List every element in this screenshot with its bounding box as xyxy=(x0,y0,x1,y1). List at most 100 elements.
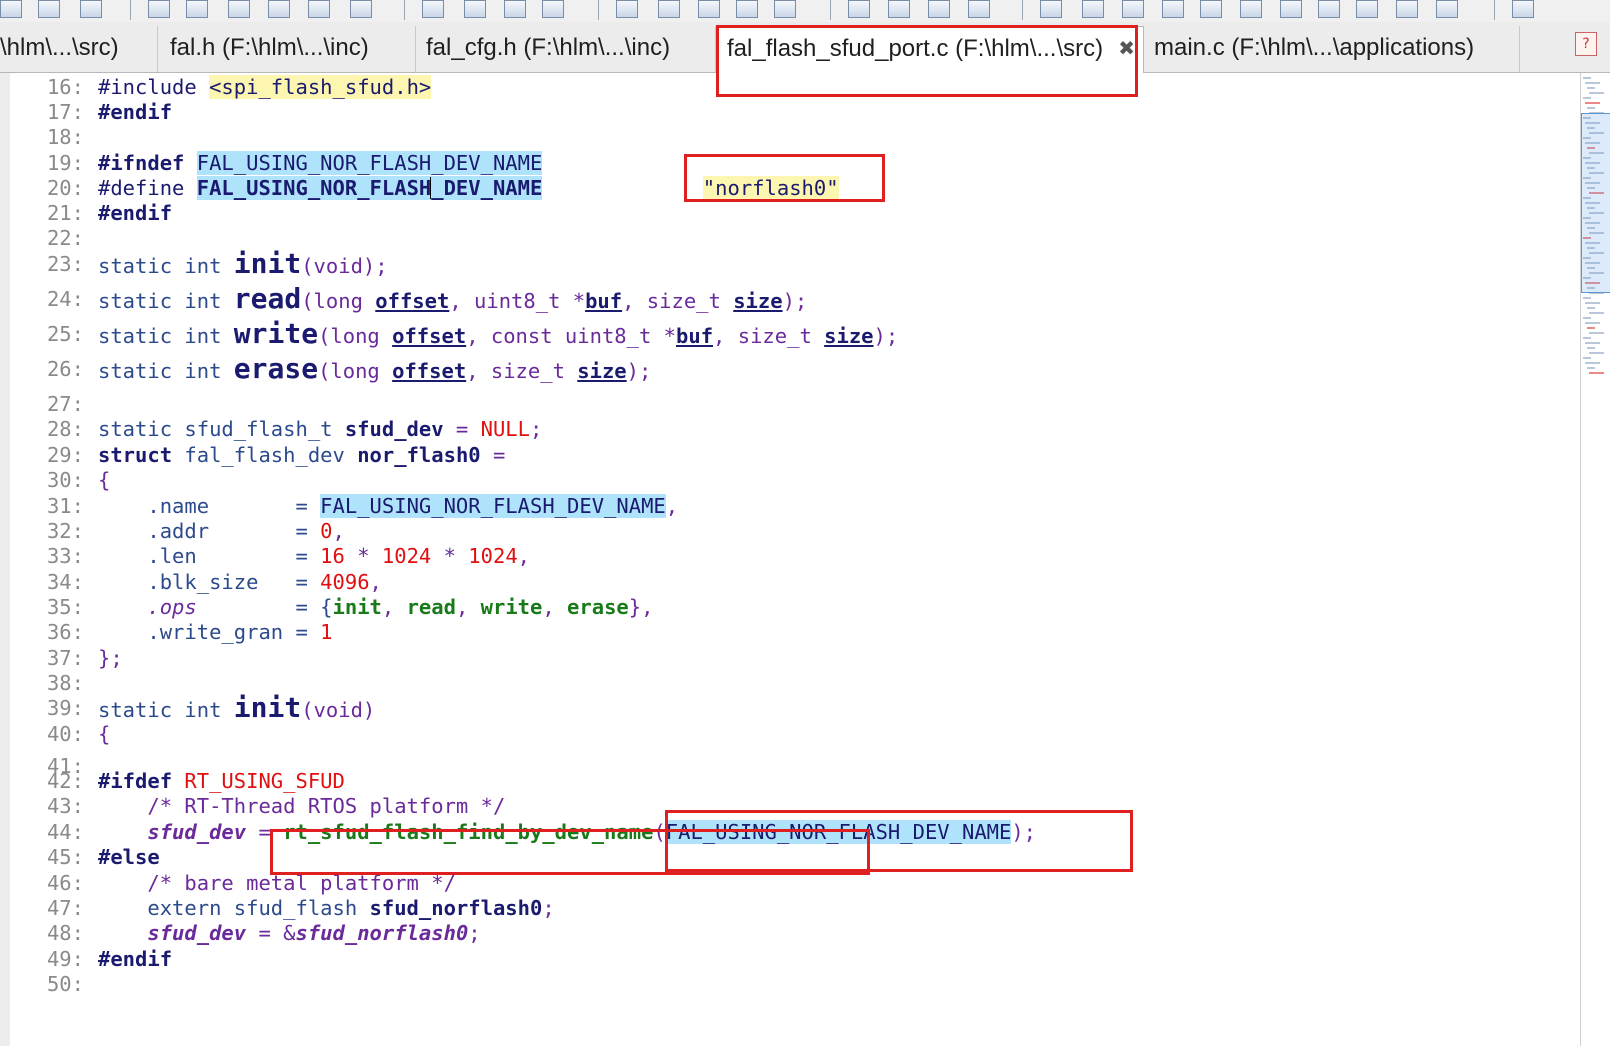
code-line[interactable]: 37:}; xyxy=(0,645,1580,671)
line-number: 48: xyxy=(46,921,84,945)
undo-icon[interactable] xyxy=(38,0,60,18)
lookup-icon[interactable] xyxy=(504,0,526,18)
minimap-line xyxy=(1587,327,1595,329)
code-line[interactable]: 36: .write_gran = 1 xyxy=(0,619,1580,645)
code-token: #endif xyxy=(98,100,173,124)
tab-main-c[interactable]: main.c (F:\hlm\...\applications) xyxy=(1144,26,1520,72)
code-line[interactable]: 50: xyxy=(0,971,1580,997)
code-line[interactable]: 40: { xyxy=(0,721,1580,747)
folder-icon[interactable] xyxy=(1200,0,1222,18)
line-number: 47: xyxy=(46,896,84,920)
code-line[interactable]: 28: static sfud_flash_t sfud_dev = NULL; xyxy=(0,416,1580,442)
code-line[interactable]: 42: #ifdef RT_USING_SFUD xyxy=(0,768,1580,794)
code-token: (long xyxy=(301,289,376,313)
code-line[interactable]: 39: static int init(void) xyxy=(0,694,1580,723)
code-token: write xyxy=(233,317,319,350)
code-line[interactable]: 31: .name = FAL_USING_NOR_FLASH_DEV_NAME… xyxy=(0,493,1580,519)
code-line[interactable]: 25: static int write(long offset, const u… xyxy=(0,320,1580,349)
code-editor[interactable]: 16: #include <spi_flash_sfud.h> 17: #endif 1… xyxy=(0,73,1580,1046)
code-line[interactable]: 49: #endif xyxy=(0,946,1580,972)
book-icon[interactable] xyxy=(698,0,720,18)
find-icon[interactable] xyxy=(148,0,170,18)
code-token: , const uint8_t * xyxy=(466,324,677,348)
line-number: 46: xyxy=(46,871,84,895)
code-line[interactable]: 30: { xyxy=(0,467,1580,493)
code-token: static int xyxy=(98,698,234,722)
document-icon[interactable] xyxy=(1162,0,1184,18)
code-text: .ops = {init, read, write, erase}, xyxy=(98,594,653,620)
redo-icon[interactable] xyxy=(80,0,102,18)
hand-icon[interactable] xyxy=(616,0,638,18)
code-token: ); xyxy=(626,359,652,383)
tab-src[interactable]: \hlm\...\src) xyxy=(0,26,158,72)
line-number: 33: xyxy=(46,544,84,568)
code-line[interactable]: 21: #endif xyxy=(0,200,1580,226)
code-token: sfud_norflash0 xyxy=(295,921,469,945)
line-number: 49: xyxy=(46,947,84,971)
minimap[interactable] xyxy=(1580,73,1610,1046)
project-icon[interactable] xyxy=(1040,0,1062,18)
arrow-icon[interactable] xyxy=(774,0,796,18)
grid-icon[interactable] xyxy=(1436,0,1458,18)
code-token: nor_flash0 xyxy=(357,443,481,467)
code-token: init xyxy=(233,691,302,724)
code-line[interactable]: 47: extern sfud_flash sfud_norflash0; xyxy=(0,895,1580,921)
code-line[interactable]: 26: static int erase(long offset, size_t … xyxy=(0,355,1580,384)
notes-icon[interactable] xyxy=(1318,0,1340,18)
tab-fal-h[interactable]: fal.h (F:\hlm\...\inc) xyxy=(160,26,416,72)
window-icon[interactable] xyxy=(848,0,870,18)
code-line[interactable]: 17: #endif xyxy=(0,99,1580,125)
code-text: { xyxy=(98,721,110,747)
find-next-icon[interactable] xyxy=(186,0,208,18)
code-line[interactable]: 35: .ops = {init, read, write, erase}, xyxy=(0,594,1580,620)
panel-icon[interactable] xyxy=(928,0,950,18)
code-text: .blk_size = 4096, xyxy=(98,569,382,595)
line-number: 35: xyxy=(46,595,84,619)
tab-overflow-icon[interactable]: ? xyxy=(1575,32,1597,56)
layout-icon[interactable] xyxy=(888,0,910,18)
tab-label: \hlm\...\src) xyxy=(0,34,119,61)
toolbar-button[interactable] xyxy=(0,0,22,18)
code-line[interactable]: 29: struct fal_flash_dev nor_flash0 = xyxy=(0,442,1580,468)
minimap-line xyxy=(1585,82,1600,84)
code-line[interactable]: 23: static int init(void); xyxy=(0,250,1580,279)
find-in-files-icon[interactable] xyxy=(268,0,290,18)
jump-forward-icon[interactable] xyxy=(464,0,486,18)
find-prev-icon[interactable] xyxy=(228,0,250,18)
bookmark-icon[interactable] xyxy=(542,0,564,18)
open-files-icon[interactable] xyxy=(1122,0,1144,18)
code-token: 16 xyxy=(320,544,345,568)
minimap-line xyxy=(1583,297,1591,299)
code-line[interactable]: 27: xyxy=(0,391,1580,417)
minimap-line xyxy=(1585,342,1600,344)
code-line[interactable]: 48: sfud_dev = &sfud_norflash0; xyxy=(0,920,1580,946)
minimap-viewport[interactable] xyxy=(1581,113,1610,293)
line-number: 23: xyxy=(46,252,84,276)
toolbar-separator xyxy=(1022,0,1023,20)
code-line[interactable]: 34: .blk_size = 4096, xyxy=(0,569,1580,595)
browse-icon[interactable] xyxy=(350,0,372,18)
macro-icon[interactable] xyxy=(1356,0,1378,18)
code-token: #else xyxy=(98,845,160,869)
cascade-icon[interactable] xyxy=(968,0,990,18)
code-line[interactable]: 24: static int read(long offset, uint8_t … xyxy=(0,285,1580,314)
expand-icon[interactable] xyxy=(1512,0,1534,18)
replace-icon[interactable] xyxy=(308,0,330,18)
code-text: .name = FAL_USING_NOR_FLASH_DEV_NAME, xyxy=(98,493,678,519)
sync-icon[interactable] xyxy=(1396,0,1418,18)
clipboard-icon[interactable] xyxy=(1280,0,1302,18)
symbol-icon[interactable] xyxy=(658,0,680,18)
jump-back-icon[interactable] xyxy=(422,0,444,18)
tab-fal-cfg-h[interactable]: fal_cfg.h (F:\hlm\...\inc) xyxy=(416,26,716,72)
relation-icon[interactable] xyxy=(736,0,758,18)
code-line[interactable]: 32: .addr = 0, xyxy=(0,518,1580,544)
code-line[interactable]: 33: .len = 16 * 1024 * 1024, xyxy=(0,543,1580,569)
code-line[interactable]: 18: xyxy=(0,124,1580,150)
code-token: #define xyxy=(98,176,197,200)
search-project-icon[interactable] xyxy=(1082,0,1104,18)
code-token: = { xyxy=(196,595,333,619)
calendar-icon[interactable] xyxy=(1240,0,1262,18)
code-token: (long xyxy=(318,324,393,348)
